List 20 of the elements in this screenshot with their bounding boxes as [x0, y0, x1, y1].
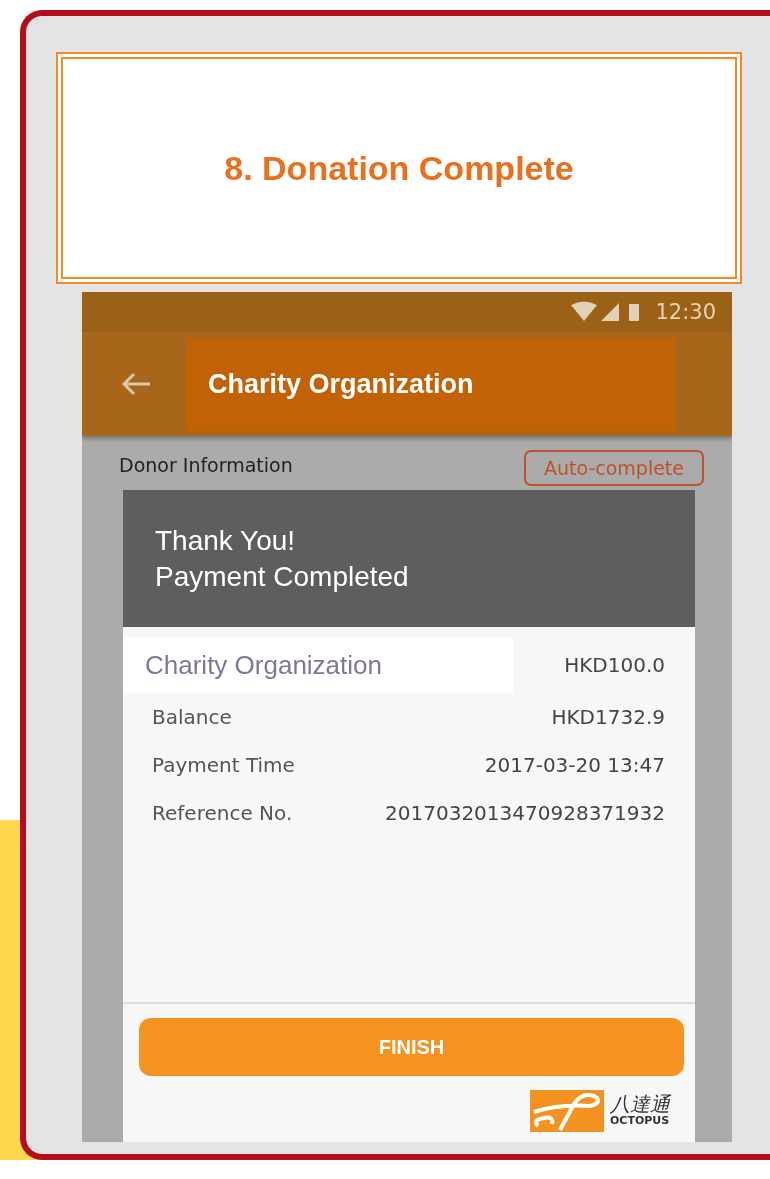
octopus-logo-icon — [530, 1090, 604, 1132]
status-time: 12:30 — [655, 300, 716, 324]
dialog-title: Thank You! — [155, 524, 297, 557]
back-arrow-icon[interactable] — [120, 372, 152, 396]
section-label: Donor Information — [119, 454, 293, 476]
detail-label: Payment Time — [152, 753, 295, 777]
auto-complete-button[interactable]: Auto-complete — [523, 450, 704, 486]
detail-value: HKD1732.9 — [551, 705, 665, 729]
dialog-title: Payment Completed — [155, 560, 410, 593]
detail-value: 2017-03-20 13:47 — [484, 753, 665, 777]
merchant-label: Charity Organization — [123, 637, 513, 693]
logo-english-text: OCTOPUS — [610, 1114, 670, 1128]
step-title: 8. Donation Complete — [224, 148, 574, 188]
logo-chinese-text: 八達通 — [610, 1094, 670, 1115]
detail-label: Balance — [152, 705, 232, 729]
app-title: Charity Organization — [208, 368, 474, 400]
detail-value: 2017032013470928371932 — [385, 801, 665, 825]
detail-label: Reference No. — [152, 801, 293, 825]
amount-value: HKD100.0 — [564, 653, 665, 677]
finish-button[interactable]: FINISH — [139, 1018, 684, 1076]
